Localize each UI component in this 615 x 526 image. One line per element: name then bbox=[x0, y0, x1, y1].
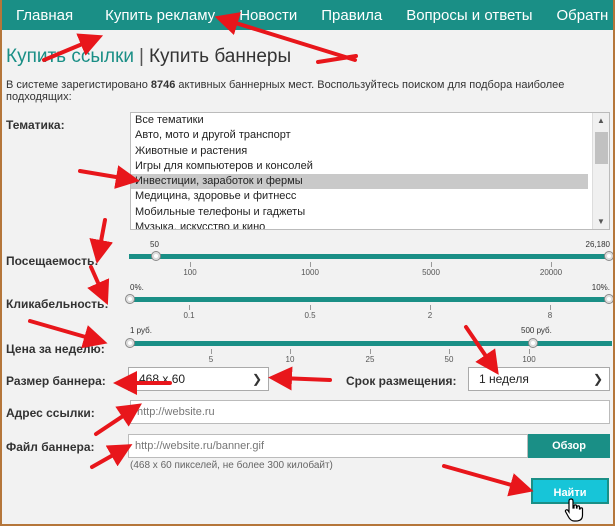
traffic-tick bbox=[190, 262, 191, 267]
active-places-count: 8746 bbox=[150, 79, 176, 91]
topic-option[interactable]: Мобильные телефоны и гаджеты bbox=[131, 205, 588, 220]
price-tick bbox=[211, 349, 212, 354]
banner-size-label: Размер баннера: bbox=[6, 374, 106, 388]
ctr-tick bbox=[550, 305, 551, 310]
traffic-tick bbox=[431, 262, 432, 267]
ctr-tick-label: 0.1 bbox=[183, 311, 195, 320]
ctr-tick bbox=[430, 305, 431, 310]
url-label: Адрес ссылки: bbox=[6, 406, 95, 420]
duration-select[interactable]: 1 неделя ❯ bbox=[468, 367, 610, 391]
nav-home[interactable]: Главная bbox=[2, 7, 93, 24]
traffic-track[interactable] bbox=[129, 254, 612, 259]
chevron-down-icon: ❯ bbox=[251, 372, 262, 386]
price-track[interactable] bbox=[129, 341, 612, 346]
nav-feedback[interactable]: Обратн bbox=[545, 7, 613, 24]
price-max-value: 500 руб. bbox=[521, 326, 552, 335]
topic-label: Тематика: bbox=[6, 118, 65, 132]
price-max-handle[interactable] bbox=[528, 338, 538, 348]
traffic-slider[interactable]: 50 26,180 100 1000 5000 20000 bbox=[126, 236, 613, 280]
traffic-min-value: 50 bbox=[150, 240, 159, 249]
topic-option-selected[interactable]: Инвестиции, заработок и фермы bbox=[131, 174, 588, 190]
ctr-track[interactable] bbox=[129, 297, 612, 302]
traffic-tick-label: 1000 bbox=[301, 268, 319, 277]
ctr-max-handle[interactable] bbox=[604, 294, 613, 304]
ctr-min-value: 0%. bbox=[130, 283, 144, 292]
nav-buy-ads[interactable]: Купить рекламу bbox=[93, 7, 227, 24]
topic-option[interactable]: Авто, мото и другой транспорт bbox=[131, 128, 588, 143]
price-tick-label: 50 bbox=[444, 355, 454, 364]
traffic-tick-label: 5000 bbox=[422, 268, 440, 277]
ctr-slider[interactable]: 0%. 10%. 0.1 0.5 2 8 bbox=[125, 280, 613, 324]
scroll-up-icon[interactable]: ▲ bbox=[597, 116, 605, 125]
price-tick-label: 5 bbox=[208, 355, 214, 364]
hand-cursor-icon bbox=[564, 498, 584, 522]
buy-links-link[interactable]: Купить ссылки bbox=[6, 46, 134, 67]
topic-listbox[interactable]: Все тематики Авто, мото и другой транспо… bbox=[130, 112, 610, 230]
ctr-tick-label: 2 bbox=[427, 311, 433, 320]
price-tick-label: 100 bbox=[522, 355, 536, 364]
traffic-tick-label: 20000 bbox=[539, 268, 563, 277]
topic-option[interactable]: Игры для компьютеров и консолей bbox=[131, 159, 588, 174]
url-input[interactable]: http://website.ru bbox=[130, 400, 610, 424]
traffic-tick bbox=[310, 262, 311, 267]
browse-button[interactable]: Обзор bbox=[528, 434, 610, 458]
traffic-tick-label: 100 bbox=[183, 268, 197, 277]
file-hint: (468 x 60 пикселей, не более 300 килобай… bbox=[130, 460, 333, 471]
price-tick-label: 10 bbox=[285, 355, 295, 364]
page-title: Купить ссылки | Купить баннеры bbox=[6, 46, 291, 68]
ctr-max-value: 10%. bbox=[591, 283, 610, 292]
traffic-max-value: 26,180 bbox=[585, 240, 610, 249]
intro-text: В системе зарегистировано 8746 активных … bbox=[6, 79, 609, 103]
ctr-min-handle[interactable] bbox=[125, 294, 135, 304]
nav-faq[interactable]: Вопросы и ответы bbox=[394, 7, 544, 24]
nav-rules[interactable]: Правила bbox=[309, 7, 394, 24]
price-slider[interactable]: 1 руб. 500 руб. 5 10 25 50 100 bbox=[125, 322, 612, 366]
price-label: Цена за неделю: bbox=[6, 342, 105, 356]
topic-option[interactable]: Медицина, здоровье и фитнесс bbox=[131, 189, 588, 204]
duration-value: 1 неделя bbox=[479, 372, 529, 386]
price-tick bbox=[449, 349, 450, 354]
duration-label: Срок размещения: bbox=[346, 374, 457, 388]
topic-option[interactable]: Музыка, искусство и кино bbox=[131, 220, 588, 229]
traffic-max-handle[interactable] bbox=[604, 251, 613, 261]
price-tick bbox=[290, 349, 291, 354]
scroll-down-icon[interactable]: ▼ bbox=[597, 217, 605, 226]
traffic-tick bbox=[551, 262, 552, 267]
ctr-tick-label: 8 bbox=[547, 311, 553, 320]
ctr-tick bbox=[310, 305, 311, 310]
buy-banners-title: Купить баннеры bbox=[148, 46, 292, 67]
ctr-tick bbox=[189, 305, 190, 310]
price-tick-label: 25 bbox=[365, 355, 375, 364]
traffic-min-handle[interactable] bbox=[151, 251, 161, 261]
banner-size-select[interactable]: 468 x 60 ❯ bbox=[128, 367, 269, 391]
chevron-down-icon: ❯ bbox=[592, 372, 603, 386]
price-tick bbox=[529, 349, 530, 354]
top-navigation: Главная Купить рекламу Новости Правила В… bbox=[2, 0, 613, 30]
scrollbar-thumb[interactable] bbox=[595, 132, 608, 164]
topic-option[interactable]: Все тематики bbox=[131, 113, 588, 128]
banner-file-input[interactable]: http://website.ru/banner.gif bbox=[128, 434, 528, 458]
page: Главная Купить рекламу Новости Правила В… bbox=[2, 0, 613, 524]
ctr-label: Кликабельность: bbox=[6, 297, 109, 311]
intro-before: В системе зарегистировано bbox=[6, 79, 151, 91]
listbox-scrollbar[interactable]: ▲ ▼ bbox=[592, 113, 609, 229]
topic-option[interactable]: Животные и растения bbox=[131, 144, 588, 159]
price-tick bbox=[370, 349, 371, 354]
price-min-value: 1 руб. bbox=[130, 326, 152, 335]
traffic-label: Посещаемость: bbox=[6, 254, 99, 268]
title-separator: | bbox=[139, 46, 144, 67]
file-label: Файл баннера: bbox=[6, 440, 95, 454]
price-min-handle[interactable] bbox=[125, 338, 135, 348]
banner-size-value: 468 x 60 bbox=[139, 372, 186, 386]
nav-news[interactable]: Новости bbox=[227, 7, 309, 24]
ctr-tick-label: 0.5 bbox=[304, 311, 316, 320]
